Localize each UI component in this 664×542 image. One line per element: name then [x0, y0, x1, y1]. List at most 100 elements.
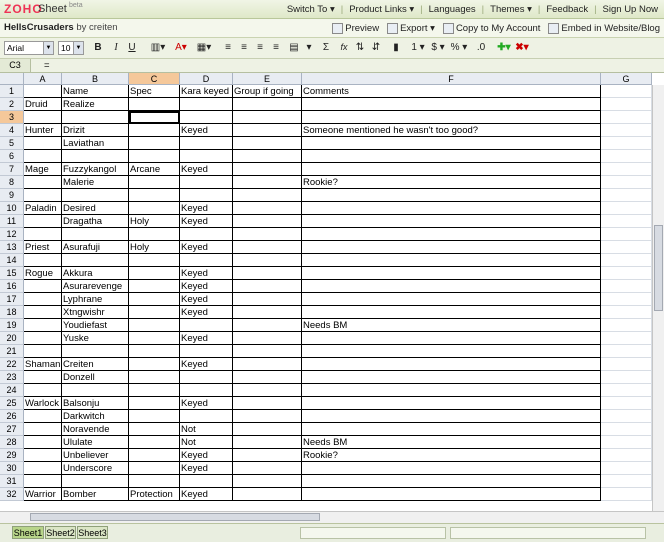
- row-header[interactable]: 12: [0, 228, 24, 241]
- cell-b29[interactable]: Unbeliever: [62, 449, 129, 462]
- row-header[interactable]: 11: [0, 215, 24, 228]
- cell-b22[interactable]: Creiten: [62, 358, 129, 371]
- vertical-scrollbar[interactable]: [652, 85, 664, 511]
- row-header[interactable]: 13: [0, 241, 24, 254]
- cell-a16[interactable]: [24, 280, 62, 293]
- cell-d4[interactable]: Keyed: [180, 124, 233, 137]
- cell-e13[interactable]: [233, 241, 302, 254]
- cell-e12[interactable]: [233, 228, 302, 241]
- row-header[interactable]: 10: [0, 202, 24, 215]
- cell-c19[interactable]: [129, 319, 180, 332]
- insert-icon[interactable]: ✚▾: [496, 41, 512, 54]
- cell-c27[interactable]: [129, 423, 180, 436]
- cell-e28[interactable]: [233, 436, 302, 449]
- cell-a9[interactable]: [24, 189, 62, 202]
- chart-icon[interactable]: ▮: [390, 41, 402, 54]
- cell-c12[interactable]: [129, 228, 180, 241]
- nav-themes[interactable]: Themes ▾: [484, 4, 538, 15]
- cell-g18[interactable]: [601, 306, 652, 319]
- cell-d25[interactable]: Keyed: [180, 397, 233, 410]
- row-header[interactable]: 3: [0, 111, 24, 124]
- row-header[interactable]: 20: [0, 332, 24, 345]
- cell-e25[interactable]: [233, 397, 302, 410]
- cell-c10[interactable]: [129, 202, 180, 215]
- cell-b21[interactable]: [62, 345, 129, 358]
- cell-f31[interactable]: [302, 475, 601, 488]
- cell-f13[interactable]: [302, 241, 601, 254]
- cell-g5[interactable]: [601, 137, 652, 150]
- cell-d14[interactable]: [180, 254, 233, 267]
- align-right-icon[interactable]: ≡: [254, 41, 266, 54]
- cell-d3[interactable]: [180, 111, 233, 124]
- cell-b24[interactable]: [62, 384, 129, 397]
- preview-button[interactable]: Preview: [328, 22, 383, 34]
- cell-a5[interactable]: [24, 137, 62, 150]
- cell-e15[interactable]: [233, 267, 302, 280]
- cell-c22[interactable]: [129, 358, 180, 371]
- cell-d29[interactable]: Keyed: [180, 449, 233, 462]
- row-header[interactable]: 29: [0, 449, 24, 462]
- cell-a8[interactable]: [24, 176, 62, 189]
- row-header[interactable]: 16: [0, 280, 24, 293]
- row-header[interactable]: 21: [0, 345, 24, 358]
- cell-a2[interactable]: Druid: [24, 98, 62, 111]
- cell-d21[interactable]: [180, 345, 233, 358]
- borders-icon[interactable]: ▦▾: [195, 41, 213, 54]
- cell-d2[interactable]: [180, 98, 233, 111]
- cell-g13[interactable]: [601, 241, 652, 254]
- cell-g27[interactable]: [601, 423, 652, 436]
- cell-b3[interactable]: [62, 111, 129, 124]
- cell-b23[interactable]: Donzell: [62, 371, 129, 384]
- cell-d31[interactable]: [180, 475, 233, 488]
- cell-d12[interactable]: [180, 228, 233, 241]
- sheet-tab-2[interactable]: Sheet2: [45, 526, 76, 539]
- row-header[interactable]: 5: [0, 137, 24, 150]
- cell-g17[interactable]: [601, 293, 652, 306]
- cell-f29[interactable]: Rookie?: [302, 449, 601, 462]
- cell-g20[interactable]: [601, 332, 652, 345]
- cell-e11[interactable]: [233, 215, 302, 228]
- cell-g8[interactable]: [601, 176, 652, 189]
- cell-b5[interactable]: Laviathan: [62, 137, 129, 150]
- cell-d5[interactable]: [180, 137, 233, 150]
- sum-icon[interactable]: Σ: [320, 41, 332, 54]
- cell-b25[interactable]: Balsonju: [62, 397, 129, 410]
- horizontal-scroll-thumb[interactable]: [30, 513, 320, 521]
- cell-a6[interactable]: [24, 150, 62, 163]
- row-header[interactable]: 25: [0, 397, 24, 410]
- cell-g9[interactable]: [601, 189, 652, 202]
- cell-e19[interactable]: [233, 319, 302, 332]
- cell-c24[interactable]: [129, 384, 180, 397]
- cell-f27[interactable]: [302, 423, 601, 436]
- nav-sign-up[interactable]: Sign Up Now: [597, 4, 664, 15]
- nav-product-links[interactable]: Product Links ▾: [343, 4, 420, 15]
- currency-button[interactable]: $ ▾: [428, 41, 448, 54]
- text-color-icon[interactable]: A▾: [172, 41, 190, 54]
- font-size-select[interactable]: 10 ▼: [58, 41, 84, 55]
- cell-c1[interactable]: Spec: [129, 85, 180, 98]
- cell-d32[interactable]: Keyed: [180, 488, 233, 501]
- justify-icon[interactable]: ≡: [270, 41, 282, 54]
- cell-d19[interactable]: [180, 319, 233, 332]
- export-button[interactable]: Export ▾: [383, 22, 439, 34]
- cell-a11[interactable]: [24, 215, 62, 228]
- cell-e17[interactable]: [233, 293, 302, 306]
- italic-button[interactable]: I: [110, 41, 122, 54]
- row-header[interactable]: 19: [0, 319, 24, 332]
- cell-d15[interactable]: Keyed: [180, 267, 233, 280]
- function-icon[interactable]: fx: [337, 41, 351, 54]
- cell-f1[interactable]: Comments: [302, 85, 601, 98]
- row-header[interactable]: 7: [0, 163, 24, 176]
- cell-f20[interactable]: [302, 332, 601, 345]
- cell-e3[interactable]: [233, 111, 302, 124]
- cell-e29[interactable]: [233, 449, 302, 462]
- sheet-tab-1[interactable]: Sheet1: [12, 526, 44, 539]
- cell-d17[interactable]: Keyed: [180, 293, 233, 306]
- cell-g1[interactable]: [601, 85, 652, 98]
- cell-c21[interactable]: [129, 345, 180, 358]
- cell-g11[interactable]: [601, 215, 652, 228]
- cell-g12[interactable]: [601, 228, 652, 241]
- cell-e8[interactable]: [233, 176, 302, 189]
- cell-b20[interactable]: Yuske: [62, 332, 129, 345]
- cell-g30[interactable]: [601, 462, 652, 475]
